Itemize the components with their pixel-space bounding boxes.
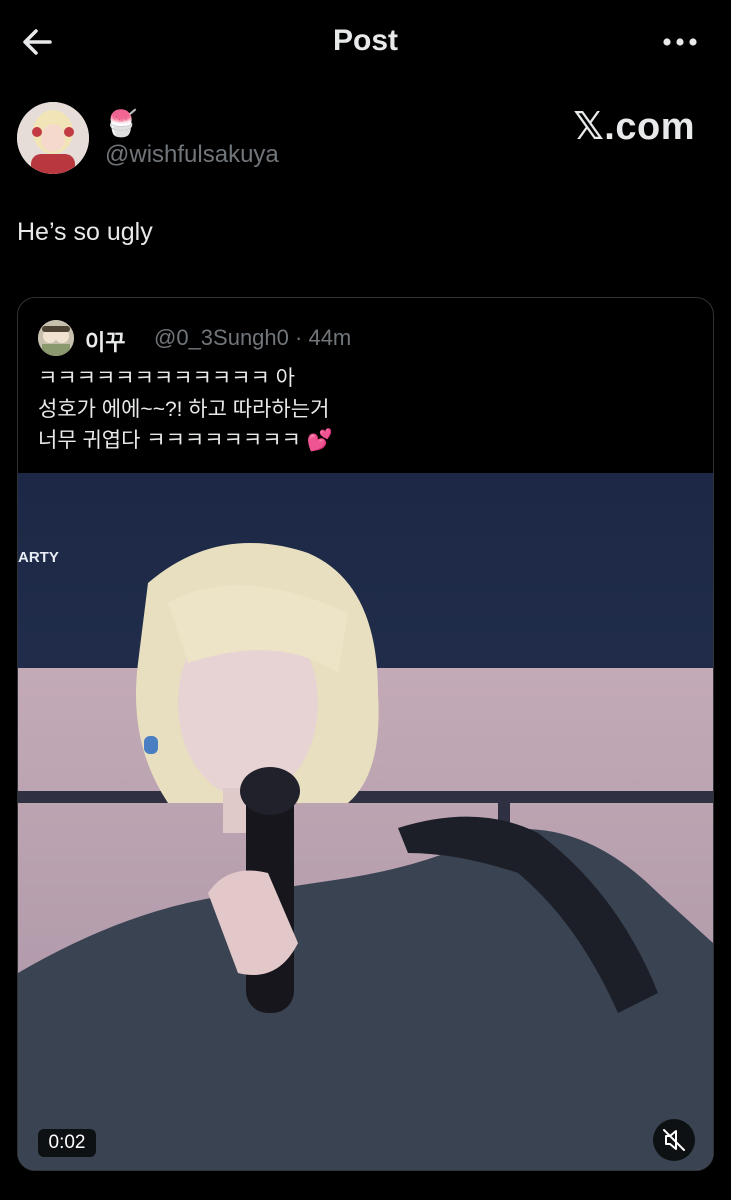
author-display-name: 🍧 [105, 108, 138, 138]
post-author: 🍧 @wishfulsakuya [17, 102, 437, 178]
page-title: Post [332, 24, 398, 57]
x-com-watermark: 𝕏.com [573, 106, 695, 148]
mute-toggle-button[interactable] [653, 1119, 695, 1161]
quoted-post-time: 44m [308, 325, 352, 350]
more-options-button[interactable] [661, 30, 701, 54]
video-player[interactable]: ARTY 0:02 [18, 473, 713, 1170]
meta-separator: · [288, 325, 309, 350]
video-overlay-text: ARTY [18, 549, 59, 566]
quoted-post[interactable]: 이꾸 @0_3Sungh0 · 44m ㅋㅋㅋㅋㅋㅋㅋㅋㅋㅋㅋㅋ 아 성호가 에… [17, 297, 714, 1171]
author-handle[interactable]: @wishfulsakuya [105, 141, 279, 169]
video-duration-badge: 0:02 [38, 1129, 96, 1157]
quoted-text-line: 성호가 에에~~?! 하고 따라하는거 [38, 398, 330, 421]
quoted-author-avatar[interactable] [38, 320, 74, 356]
video-frame [18, 473, 713, 1170]
volume-muted-icon [663, 1129, 685, 1151]
top-bar: Post [0, 0, 731, 84]
more-horizontal-icon [663, 38, 697, 46]
avatar-image [17, 102, 89, 174]
avatar-image [38, 320, 74, 356]
quoted-author-name[interactable]: 이꾸 [85, 325, 125, 357]
quoted-author-handle[interactable]: @0_3Sungh0 [154, 325, 289, 350]
quoted-text-line: 너무 귀엽다 ㅋㅋㅋㅋㅋㅋㅋㅋ 💕 [38, 429, 333, 452]
quoted-author-meta: @0_3Sungh0 · 44m [154, 325, 351, 351]
post-text: He’s so ugly [17, 218, 153, 246]
quoted-text-line: ㅋㅋㅋㅋㅋㅋㅋㅋㅋㅋㅋㅋ 아 [38, 367, 295, 390]
author-avatar[interactable] [17, 102, 89, 174]
quoted-post-header: 이꾸 @0_3Sungh0 · 44m [38, 320, 698, 356]
quoted-post-text: ㅋㅋㅋㅋㅋㅋㅋㅋㅋㅋㅋㅋ 아 성호가 에에~~?! 하고 따라하는거 너무 귀엽… [38, 363, 688, 456]
